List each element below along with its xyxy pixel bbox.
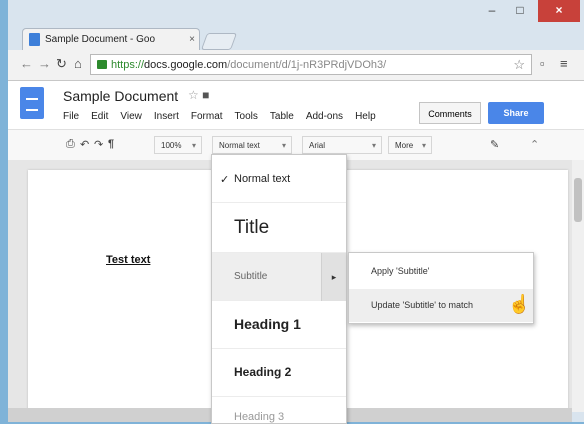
style-option-heading3[interactable]: Heading 3 bbox=[212, 397, 346, 423]
menu-addons[interactable]: Add-ons bbox=[306, 111, 343, 122]
pen-icon[interactable]: ✎ bbox=[490, 138, 499, 151]
undo-icon[interactable]: ↶ bbox=[80, 138, 89, 151]
forward-icon[interactable]: → bbox=[38, 56, 51, 71]
redo-icon[interactable]: ↷ bbox=[94, 138, 103, 151]
style-option-label: Title bbox=[234, 217, 270, 238]
hand-cursor-icon: ☝ bbox=[508, 294, 531, 314]
zoom-select[interactable]: 100% bbox=[154, 136, 202, 155]
lock-icon bbox=[97, 60, 107, 69]
menu-icon[interactable]: ≡ bbox=[560, 56, 568, 71]
address-bar[interactable]: https:// docs.google.com /document/d/1j-… bbox=[90, 54, 532, 75]
style-option-label: Subtitle bbox=[234, 271, 268, 282]
extension-icon[interactable]: ▫ bbox=[540, 56, 545, 71]
comments-button[interactable]: Comments bbox=[419, 102, 481, 124]
browser-tab[interactable]: Sample Document - Goo × bbox=[22, 28, 200, 50]
print-icon[interactable]: ⎙ bbox=[66, 138, 75, 151]
menu-view[interactable]: View bbox=[120, 111, 142, 122]
paint-format-icon[interactable]: ¶ bbox=[108, 138, 114, 150]
browser-window: Sample Document - Goo × – □ × ← → ↻ ⌂ ht… bbox=[8, 0, 584, 424]
url-path: /document/d/1j-nR3PRdjVDOh3/ bbox=[227, 58, 387, 71]
style-option-label: Heading 1 bbox=[234, 316, 301, 332]
submenu-label: Apply 'Subtitle' bbox=[371, 266, 430, 276]
tab-title: Sample Document - Goo bbox=[45, 34, 156, 45]
star-icon[interactable]: ☆ bbox=[188, 88, 199, 102]
menu-tools[interactable]: Tools bbox=[235, 111, 258, 122]
document-title[interactable]: Sample Document bbox=[63, 88, 178, 104]
subtitle-submenu: Apply 'Subtitle' Update 'Subtitle' to ma… bbox=[348, 252, 534, 324]
submenu-label: Update 'Subtitle' to match bbox=[371, 300, 473, 310]
style-option-heading1[interactable]: Heading 1 bbox=[212, 301, 346, 349]
url-host: docs.google.com bbox=[144, 58, 228, 71]
collapse-icon[interactable]: ⌃ bbox=[530, 138, 539, 151]
style-option-title[interactable]: Title bbox=[212, 203, 346, 253]
body-text[interactable]: Test text bbox=[106, 254, 150, 266]
more-button[interactable]: More bbox=[388, 136, 432, 155]
title-bar: Sample Document - Goo × – □ × bbox=[8, 0, 584, 50]
docs-header: Sample Document ☆ ■ File Edit View Inser… bbox=[8, 81, 584, 129]
style-option-label: Heading 2 bbox=[234, 365, 292, 379]
style-option-heading2[interactable]: Heading 2 bbox=[212, 349, 346, 397]
vertical-scrollbar[interactable] bbox=[572, 160, 584, 412]
style-option-label: Normal text bbox=[234, 173, 291, 185]
folder-icon[interactable]: ■ bbox=[202, 88, 209, 102]
url-scheme: https:// bbox=[111, 58, 145, 71]
maximize-button[interactable]: □ bbox=[508, 0, 532, 22]
menu-format[interactable]: Format bbox=[191, 111, 223, 122]
style-select[interactable]: Normal text bbox=[212, 136, 292, 155]
browser-toolbar: ← → ↻ ⌂ https:// docs.google.com /docume… bbox=[8, 50, 584, 81]
submenu-arrow-icon[interactable]: ▸ bbox=[321, 253, 346, 301]
minimize-button[interactable]: – bbox=[480, 0, 504, 22]
update-subtitle-option[interactable]: Update 'Subtitle' to match bbox=[349, 289, 533, 322]
reload-icon[interactable]: ↻ bbox=[56, 56, 67, 72]
bookmark-star-icon[interactable]: ☆ bbox=[513, 57, 525, 73]
home-icon[interactable]: ⌂ bbox=[74, 56, 82, 71]
menu-help[interactable]: Help bbox=[355, 111, 376, 122]
tab-close-icon[interactable]: × bbox=[185, 34, 199, 45]
back-icon[interactable]: ← bbox=[20, 56, 33, 71]
font-select[interactable]: Arial bbox=[302, 136, 382, 155]
style-option-subtitle[interactable]: Subtitle ▸ bbox=[212, 253, 346, 301]
docs-favicon-icon bbox=[29, 33, 40, 46]
check-icon: ✓ bbox=[220, 174, 230, 186]
menu-insert[interactable]: Insert bbox=[154, 111, 179, 122]
scroll-thumb[interactable] bbox=[574, 178, 582, 222]
style-option-label: Heading 3 bbox=[234, 411, 285, 423]
menu-bar: File Edit View Insert Format Tools Table… bbox=[63, 111, 376, 122]
menu-edit[interactable]: Edit bbox=[91, 111, 108, 122]
apply-subtitle-option[interactable]: Apply 'Subtitle' bbox=[349, 255, 533, 288]
style-dropdown-menu: ✓ Normal text Title Subtitle ▸ Heading 1… bbox=[211, 154, 347, 424]
new-tab-button[interactable] bbox=[200, 33, 238, 50]
close-window-button[interactable]: × bbox=[538, 0, 580, 22]
style-option-normal[interactable]: ✓ Normal text bbox=[212, 155, 346, 203]
share-button[interactable]: Share bbox=[488, 102, 544, 124]
menu-file[interactable]: File bbox=[63, 111, 79, 122]
docs-logo-icon[interactable] bbox=[20, 87, 44, 119]
title-icons: ☆ ■ bbox=[188, 88, 209, 102]
menu-table[interactable]: Table bbox=[270, 111, 294, 122]
